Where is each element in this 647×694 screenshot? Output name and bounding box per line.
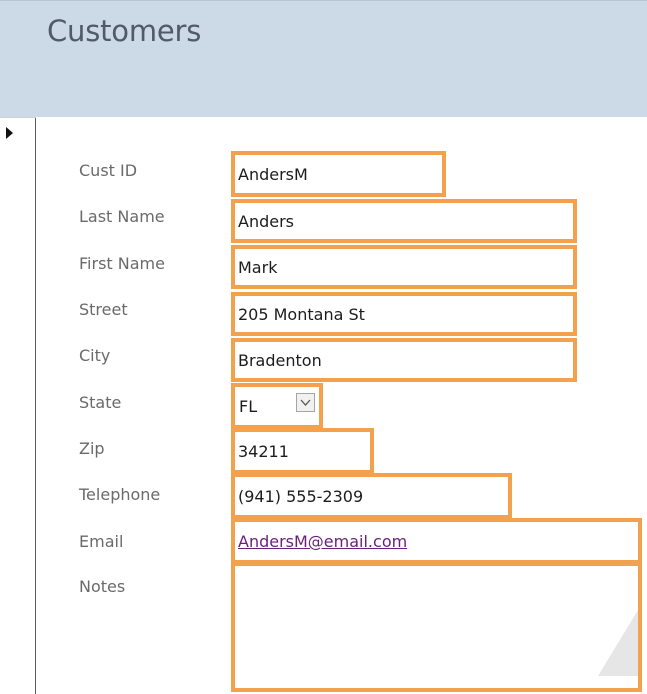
last-name-value: Anders <box>238 212 294 231</box>
city-value: Bradenton <box>238 351 322 370</box>
form-title: Customers <box>47 14 202 48</box>
email-field[interactable]: AndersM@email.com <box>231 518 642 564</box>
cust-id-value: AndersM <box>238 165 308 184</box>
state-combobox[interactable]: FL <box>231 383 323 429</box>
street-label: Street <box>79 300 128 319</box>
first-name-field[interactable]: Mark <box>231 245 577 289</box>
telephone-value: (941) 555-2309 <box>238 487 364 506</box>
state-label: State <box>79 393 122 412</box>
record-selector[interactable] <box>0 117 36 694</box>
state-dropdown-button[interactable] <box>296 393 315 412</box>
telephone-label: Telephone <box>79 485 161 504</box>
first-name-value: Mark <box>238 258 278 277</box>
cust-id-label: Cust ID <box>79 161 138 180</box>
street-field[interactable]: 205 Montana St <box>231 292 577 336</box>
watermark-shape <box>598 610 638 676</box>
last-name-field[interactable]: Anders <box>231 199 577 243</box>
notes-field[interactable] <box>231 562 642 692</box>
city-field[interactable]: Bradenton <box>231 338 577 382</box>
zip-label: Zip <box>79 439 105 458</box>
city-label: City <box>79 346 111 365</box>
zip-field[interactable]: 34211 <box>231 428 374 474</box>
current-record-triangle-icon <box>6 127 13 139</box>
email-label: Email <box>79 532 124 551</box>
chevron-down-icon <box>300 399 311 406</box>
state-value: FL <box>239 397 258 416</box>
header-border <box>0 0 647 1</box>
last-name-label: Last Name <box>79 207 165 226</box>
notes-label: Notes <box>79 577 126 596</box>
first-name-label: First Name <box>79 254 165 273</box>
street-value: 205 Montana St <box>238 305 365 324</box>
cust-id-field[interactable]: AndersM <box>231 151 446 197</box>
telephone-field[interactable]: (941) 555-2309 <box>231 473 512 519</box>
form-header: Customers <box>0 0 647 117</box>
email-hyperlink[interactable]: AndersM@email.com <box>238 532 407 551</box>
zip-value: 34211 <box>238 442 289 461</box>
